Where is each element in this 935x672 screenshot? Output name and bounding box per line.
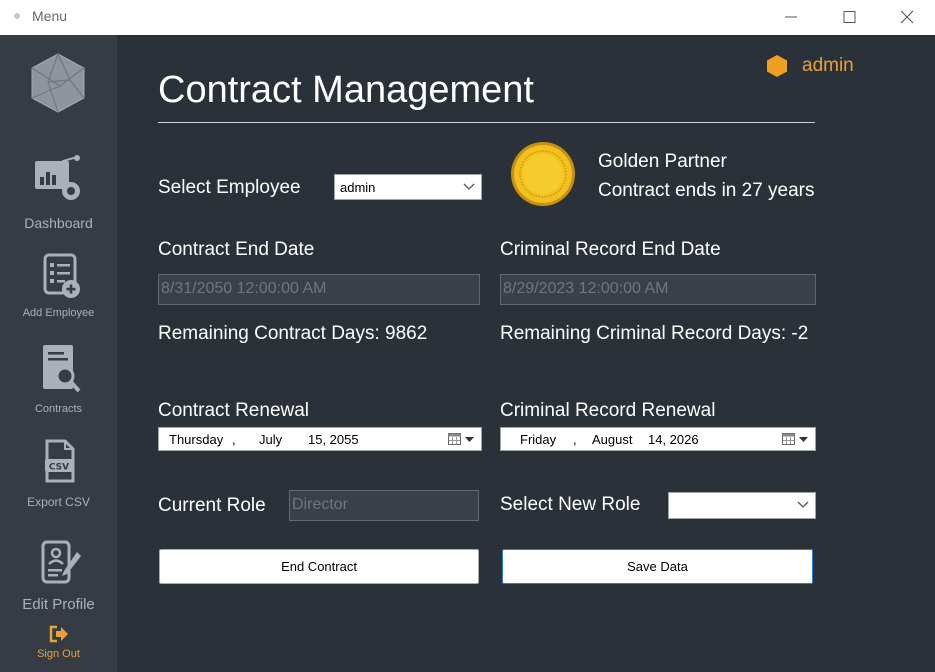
sidebar-item-export-csv[interactable]: CSV Export CSV [0,439,117,509]
remaining-contract-days: Remaining Contract Days: 9862 [158,323,428,344]
maximize-icon [843,11,856,23]
end-contract-button[interactable]: End Contract [159,549,479,584]
minimize-icon [785,16,797,18]
minimize-button[interactable] [768,0,814,35]
contract-renewal-label: Contract Renewal [158,400,310,421]
contract-renewal-datepicker[interactable]: Thursday , July 15, 2055 [158,427,482,451]
window-title: Menu [32,8,68,24]
app-logo [30,52,86,119]
add-document-icon [43,253,80,298]
page-title: Contract Management [158,69,534,111]
sign-out-icon [49,625,68,643]
date-day-year: 14, 2026 [648,432,699,447]
select-employee-label: Select Employee [158,177,301,198]
sidebar-item-dashboard[interactable]: Dashboard [0,155,117,231]
criminal-renewal-label: Criminal Record Renewal [500,400,716,421]
app-icon [14,13,20,19]
title-bar: Menu [0,0,935,35]
user-hexagon-icon [767,55,787,77]
partner-tier: Golden Partner [598,151,727,172]
dropdown-arrow-icon [465,437,474,442]
close-icon [900,10,914,24]
remaining-criminal-days: Remaining Criminal Record Days: -2 [500,323,809,344]
date-weekday: Friday [520,432,557,447]
sidebar-item-label: Sign Out [37,648,80,660]
contract-end-date-field: 8/31/2050 12:00:00 AM [158,274,480,305]
sidebar-item-sign-out[interactable]: Sign Out [0,625,117,660]
sidebar-item-label: Add Employee [22,307,95,319]
date-separator: , [232,432,236,447]
calendar-icon [782,433,795,445]
contract-ends-note: Contract ends in 27 years [598,180,815,201]
select-new-role-label: Select New Role [500,494,641,515]
sidebar-item-label: Export CSV [27,495,90,509]
current-role-label: Current Role [158,495,266,516]
close-button[interactable] [884,0,930,35]
criminal-end-date-label: Criminal Record End Date [500,239,721,260]
golden-coin-icon [511,142,575,206]
save-data-button[interactable]: Save Data [502,549,813,584]
hexagon-logo-icon [31,53,85,113]
sidebar: Dashboard Add Employee Contracts CSV Exp… [0,35,117,672]
maximize-button[interactable] [826,0,872,35]
main-panel: admin Contract Management Select Employe… [117,35,935,672]
svg-text:CSV: CSV [48,463,68,473]
chevron-down-icon [797,501,809,508]
employee-select[interactable]: admin [334,174,482,200]
date-day-year: 15, 2055 [308,432,359,447]
sidebar-item-edit-profile[interactable]: Edit Profile [0,540,117,613]
date-weekday: Thursday [169,432,224,447]
sidebar-item-add-employee[interactable]: Add Employee [0,253,117,319]
sidebar-item-label: Edit Profile [22,596,95,613]
sidebar-item-label: Dashboard [24,215,93,231]
dropdown-arrow-icon [799,437,808,442]
date-month: August [592,432,633,447]
date-separator: , [573,432,577,447]
csv-file-icon: CSV [44,439,74,483]
calendar-icon [448,433,461,445]
edit-profile-icon [41,540,81,584]
current-role-field: Director [289,490,479,521]
dashboard-chart-icon [34,155,80,200]
sidebar-item-label: Contracts [34,403,83,415]
criminal-renewal-datepicker[interactable]: Friday , August 14, 2026 [500,427,816,451]
contract-end-date-label: Contract End Date [158,239,315,260]
title-divider [158,122,815,123]
current-user-name: admin [802,55,854,76]
date-month: July [259,432,283,447]
sidebar-item-contracts[interactable]: Contracts [0,343,117,415]
chevron-down-icon [463,183,475,190]
criminal-end-date-field: 8/29/2023 12:00:00 AM [500,274,816,305]
document-search-icon [42,345,80,393]
new-role-select[interactable] [668,492,816,519]
employee-select-value: admin [340,180,376,195]
